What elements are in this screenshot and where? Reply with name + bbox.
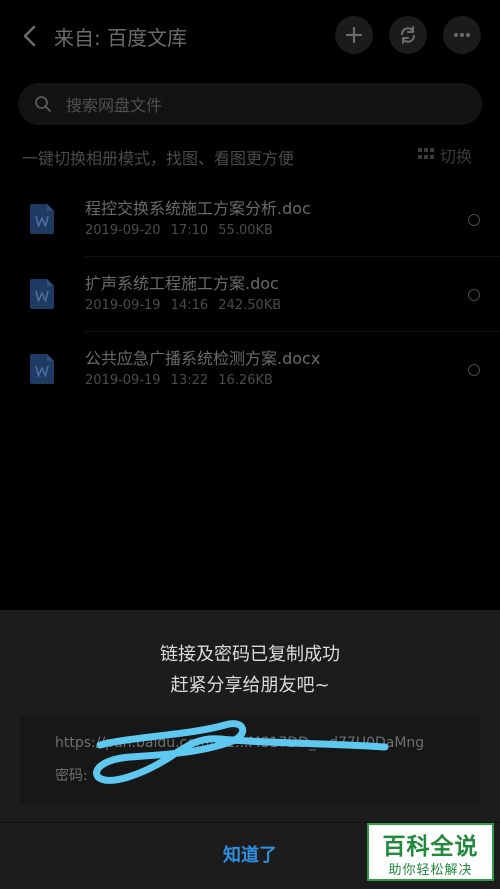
back-button[interactable] — [14, 20, 46, 52]
search-bar — [18, 83, 482, 127]
search-input[interactable] — [64, 83, 468, 127]
file-name: 公共应急广播系统检测方案.docx — [85, 349, 321, 368]
file-row[interactable]: 公共应急广播系统检测方案.docx 2019-09-19 13:22 16.26… — [0, 333, 500, 407]
baike-watermark-logo: 百科全说 助你轻松解决 — [367, 823, 494, 881]
share-link-box: https://pan.baidu.com/s/1...MS17DD_...d7… — [20, 717, 480, 803]
more-button[interactable] — [443, 16, 481, 54]
scribble-redaction — [93, 720, 389, 784]
more-icon — [454, 33, 470, 37]
refresh-icon — [400, 26, 416, 44]
file-name: 程控交换系统施工方案分析.doc — [85, 199, 311, 218]
file-meta: 2019-09-19 13:22 16.26KB — [85, 373, 273, 388]
file-meta: 2019-09-20 17:10 55.00KB — [85, 223, 273, 238]
album-mode-tip: 一键切换相册模式，找图、看图更方便 — [22, 149, 295, 168]
word-file-icon — [30, 204, 54, 234]
file-name: 扩声系统工程施工方案.doc — [85, 274, 279, 293]
word-file-icon — [30, 354, 54, 384]
file-row[interactable]: 程控交换系统施工方案分析.doc 2019-09-20 17:10 55.00K… — [0, 183, 500, 257]
chevron-left-icon — [23, 25, 36, 47]
word-file-icon — [30, 279, 54, 309]
share-prompt: 赶紧分享给朋友吧~ — [170, 675, 330, 696]
select-radio[interactable] — [468, 289, 480, 301]
success-message: 链接及密码已复制成功 — [160, 644, 340, 665]
row-divider — [85, 331, 500, 332]
select-radio[interactable] — [468, 364, 480, 376]
switch-mode-button[interactable]: 切换 — [418, 143, 480, 166]
watermark-title: 百科全说 — [382, 834, 479, 860]
refresh-button[interactable] — [389, 16, 427, 54]
top-bar: 来自: 百度文库 — [0, 0, 500, 70]
file-row[interactable]: 扩声系统工程施工方案.doc 2019-09-19 14:16 242.50KB — [0, 258, 500, 332]
row-divider — [85, 256, 500, 257]
add-button[interactable] — [335, 16, 373, 54]
switch-label: 切换 — [440, 147, 473, 166]
page-title: 来自: 百度文库 — [54, 26, 188, 50]
plus-icon — [345, 26, 363, 44]
grid-icon — [418, 148, 434, 159]
watermark-subtitle: 助你轻松解决 — [388, 863, 473, 878]
search-icon — [35, 96, 51, 112]
file-meta: 2019-09-19 14:16 242.50KB — [85, 298, 282, 313]
select-radio[interactable] — [468, 214, 480, 226]
